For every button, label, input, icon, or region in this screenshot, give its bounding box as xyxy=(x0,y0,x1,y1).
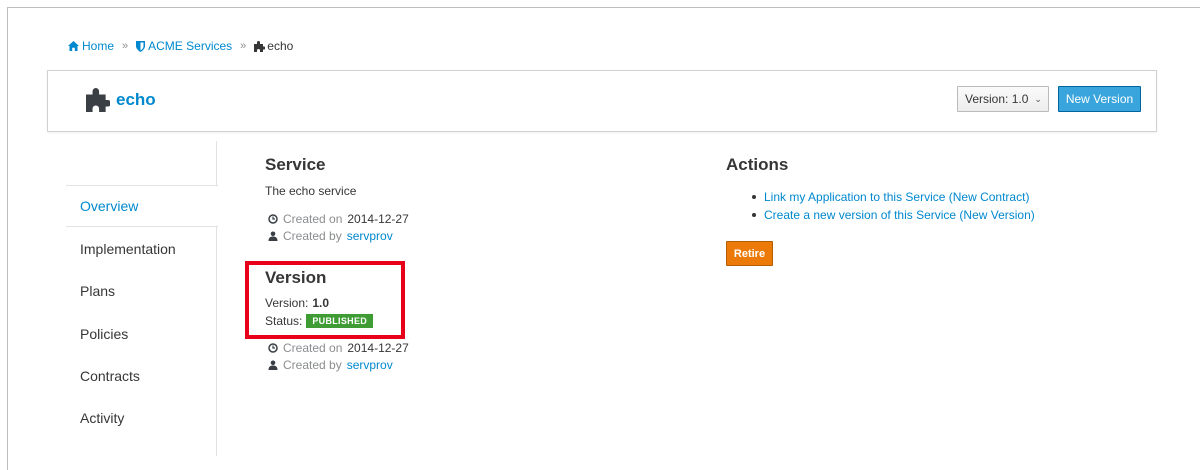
breadcrumb-current-label: echo xyxy=(267,39,294,53)
version-dropdown[interactable]: Version: 1.0 ⌄ xyxy=(957,86,1049,112)
sidebar-item-contracts[interactable]: Contracts xyxy=(66,355,217,397)
retire-button[interactable]: Retire xyxy=(726,241,773,266)
user-icon xyxy=(268,231,278,241)
service-header-panel: echo Version: 1.0 ⌄ New Version xyxy=(47,70,1157,132)
breadcrumb-home-link[interactable]: Home xyxy=(68,39,114,53)
service-title: echo xyxy=(86,88,156,112)
bullet xyxy=(752,213,756,217)
service-created-on: Created on 2014-12-27 xyxy=(268,212,409,226)
home-icon xyxy=(68,41,79,51)
service-created-on-value: 2014-12-27 xyxy=(347,212,409,226)
service-created-by-label: Created by xyxy=(283,229,342,243)
version-created-by-link[interactable]: servprov xyxy=(347,358,393,372)
sidebar-item-overview[interactable]: Overview xyxy=(66,185,218,227)
service-created-by-link[interactable]: servprov xyxy=(347,229,393,243)
version-dropdown-label: Version: 1.0 xyxy=(965,92,1029,106)
list-item: Create a new version of this Service (Ne… xyxy=(752,206,1035,224)
puzzle-icon xyxy=(86,88,110,112)
actions-heading: Actions xyxy=(726,155,789,174)
service-created-by: Created by servprov xyxy=(268,229,393,243)
version-created-on: Created on 2014-12-27 xyxy=(268,341,409,355)
sidebar-item-plans[interactable]: Plans xyxy=(66,270,217,312)
service-description: The echo service xyxy=(265,184,357,198)
user-icon xyxy=(268,360,278,370)
sidebar-nav: Overview Implementation Plans Policies C… xyxy=(66,141,218,456)
version-created-on-label: Created on xyxy=(283,341,343,355)
clock-icon xyxy=(268,214,278,224)
version-created-by-label: Created by xyxy=(283,358,342,372)
sidebar-item-activity[interactable]: Activity xyxy=(66,397,217,439)
breadcrumb-current: echo xyxy=(254,39,293,53)
breadcrumb-home-label: Home xyxy=(82,39,115,53)
service-heading: Service xyxy=(265,155,326,174)
service-title-label: echo xyxy=(116,90,156,109)
new-version-button[interactable]: New Version xyxy=(1058,86,1141,112)
breadcrumb-org-label: ACME Services xyxy=(148,39,233,53)
new-version-link[interactable]: Create a new version of this Service (Ne… xyxy=(764,208,1035,222)
bullet xyxy=(752,195,756,199)
actions-list: Link my Application to this Service (New… xyxy=(752,188,1035,224)
breadcrumb-org-link[interactable]: ACME Services xyxy=(136,39,232,53)
puzzle-icon xyxy=(254,40,266,52)
breadcrumb-separator: » xyxy=(240,40,247,52)
service-created-on-label: Created on xyxy=(283,212,343,226)
sidebar-item-policies[interactable]: Policies xyxy=(66,313,217,355)
shield-icon xyxy=(136,40,146,52)
chevron-down-icon: ⌄ xyxy=(1034,93,1042,104)
version-created-on-value: 2014-12-27 xyxy=(347,341,409,355)
clock-icon xyxy=(268,343,278,353)
sidebar-item-implementation[interactable]: Implementation xyxy=(66,228,217,270)
highlight-annotation-box xyxy=(245,261,405,339)
breadcrumb-separator: » xyxy=(122,40,129,52)
version-created-by: Created by servprov xyxy=(268,358,393,372)
new-contract-link[interactable]: Link my Application to this Service (New… xyxy=(764,190,1029,204)
breadcrumb: Home » ACME Services » echo xyxy=(68,39,293,53)
list-item: Link my Application to this Service (New… xyxy=(752,188,1035,206)
